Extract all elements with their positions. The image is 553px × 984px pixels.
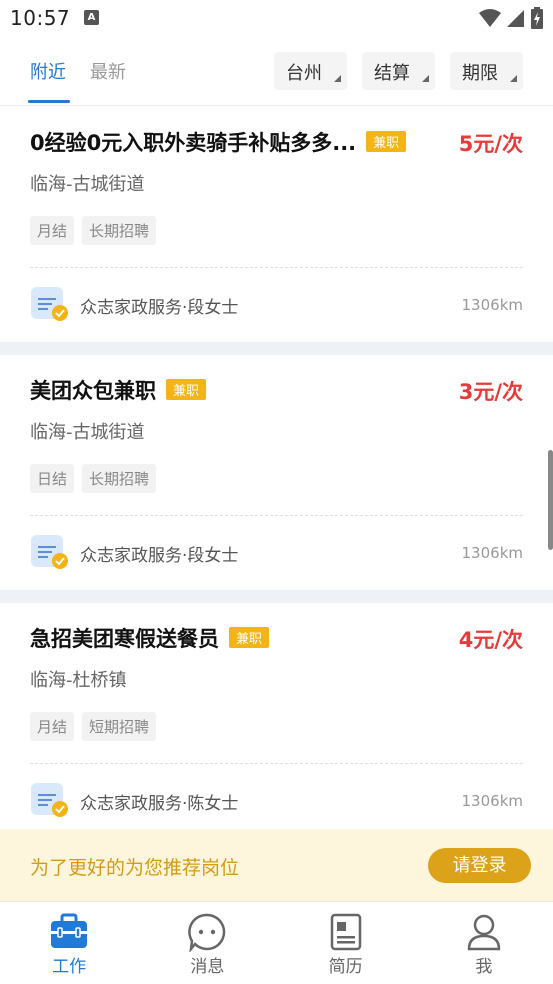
filter-city[interactable]: 台州 xyxy=(274,52,347,90)
nav-item-messages[interactable]: 消息 xyxy=(138,902,276,984)
scrollbar[interactable] xyxy=(548,450,553,550)
job-tags: 日结 长期招聘 xyxy=(30,464,157,493)
job-title: 0经验0元入职外卖骑手补贴多多... 兼职 xyxy=(30,127,407,157)
job-price: 4元/次 xyxy=(458,628,523,652)
job-title-text: 美团众包兼职 xyxy=(30,379,156,403)
dropdown-arrow-icon xyxy=(510,75,517,82)
briefcase-icon xyxy=(51,913,88,948)
chat-icon xyxy=(188,913,226,952)
resume-icon xyxy=(330,913,361,951)
job-title-text: 急招美团寒假送餐员 xyxy=(30,627,219,651)
divider xyxy=(30,763,523,764)
login-prompt-text: 为了更好的为您推荐岗位 xyxy=(30,857,240,879)
nav-label: 我 xyxy=(475,957,493,977)
company-verified-icon xyxy=(31,783,68,817)
job-location: 临海-古城街道 xyxy=(30,174,145,195)
nav-item-resume[interactable]: 简历 xyxy=(277,902,415,984)
card-separator xyxy=(0,590,553,603)
job-tag: 月结 xyxy=(30,216,75,245)
job-price: 3元/次 xyxy=(458,380,523,404)
job-company: 众志家政服务·段女士 xyxy=(80,546,239,566)
dropdown-arrow-icon xyxy=(334,75,341,82)
nav-item-work[interactable]: 工作 xyxy=(0,902,138,984)
login-banner: 为了更好的为您推荐岗位 请登录 xyxy=(0,829,553,901)
job-tag: 短期招聘 xyxy=(82,712,157,741)
job-tag: 长期招聘 xyxy=(82,216,157,245)
tab-filter-bar: 附近 最新 台州 结算 期限 xyxy=(0,36,553,106)
status-bar: 10:57 A xyxy=(0,0,553,36)
nav-label: 消息 xyxy=(190,957,225,977)
card-separator xyxy=(0,342,553,355)
filter-settlement[interactable]: 结算 xyxy=(362,52,435,90)
job-title-text: 0经验0元入职外卖骑手补贴多多... xyxy=(30,131,357,155)
job-type-badge: 兼职 xyxy=(229,627,270,648)
status-icons xyxy=(479,7,543,29)
notification-icon: A xyxy=(84,10,99,25)
status-time: 10:57 xyxy=(10,6,71,30)
job-distance: 1306km xyxy=(461,792,523,810)
filter-settlement-label: 结算 xyxy=(374,63,410,84)
job-tags: 月结 长期招聘 xyxy=(30,216,157,245)
job-tags: 月结 短期招聘 xyxy=(30,712,157,741)
tab-nearby[interactable]: 附近 xyxy=(30,58,66,84)
job-location: 临海-杜桥镇 xyxy=(30,670,127,691)
bottom-nav: 工作 消息 简历 我 xyxy=(0,901,553,984)
person-icon xyxy=(467,914,501,951)
nav-item-me[interactable]: 我 xyxy=(415,902,553,984)
login-button[interactable]: 请登录 xyxy=(428,848,531,883)
filter-term[interactable]: 期限 xyxy=(450,52,523,90)
filter-city-label: 台州 xyxy=(286,63,322,84)
filter-term-label: 期限 xyxy=(462,63,498,84)
wifi-icon xyxy=(479,9,501,27)
company-verified-icon xyxy=(31,535,68,569)
job-title: 急招美团寒假送餐员 兼职 xyxy=(30,623,270,653)
job-tag: 长期招聘 xyxy=(82,464,157,493)
signal-icon xyxy=(507,10,524,27)
job-distance: 1306km xyxy=(461,296,523,314)
job-price: 5元/次 xyxy=(458,132,523,156)
divider xyxy=(30,515,523,516)
job-company: 众志家政服务·段女士 xyxy=(80,298,239,318)
tab-latest[interactable]: 最新 xyxy=(90,58,126,84)
tab-active-indicator xyxy=(28,100,70,103)
job-distance: 1306km xyxy=(461,544,523,562)
job-company: 众志家政服务·陈女士 xyxy=(80,794,239,814)
job-type-badge: 兼职 xyxy=(166,379,207,400)
nav-label: 简历 xyxy=(328,957,363,977)
job-type-badge: 兼职 xyxy=(366,131,407,152)
divider xyxy=(30,267,523,268)
job-tag: 日结 xyxy=(30,464,75,493)
job-list: 0经验0元入职外卖骑手补贴多多... 兼职 5元/次 临海-古城街道 月结 长期招… xyxy=(0,107,553,838)
dropdown-arrow-icon xyxy=(422,75,429,82)
job-card[interactable]: 急招美团寒假送餐员 兼职 4元/次 临海-杜桥镇 月结 短期招聘 众志家政服务·陈… xyxy=(0,603,553,838)
job-card[interactable]: 0经验0元入职外卖骑手补贴多多... 兼职 5元/次 临海-古城街道 月结 长期招… xyxy=(0,107,553,342)
company-verified-icon xyxy=(31,287,68,321)
job-tag: 月结 xyxy=(30,712,75,741)
nav-label: 工作 xyxy=(52,957,87,977)
battery-icon xyxy=(531,7,543,29)
job-title: 美团众包兼职 兼职 xyxy=(30,375,207,405)
job-location: 临海-古城街道 xyxy=(30,422,145,443)
job-card[interactable]: 美团众包兼职 兼职 3元/次 临海-古城街道 日结 长期招聘 众志家政服务·段女士… xyxy=(0,355,553,590)
